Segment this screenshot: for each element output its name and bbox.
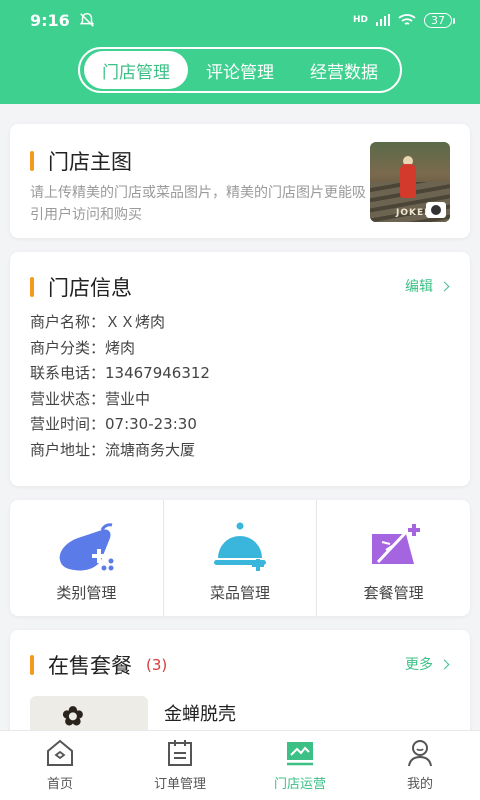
- more-button[interactable]: 更多: [405, 654, 450, 674]
- camera-icon[interactable]: [426, 202, 446, 218]
- store-photo-title: 门店主图: [48, 150, 132, 174]
- home-icon: [47, 739, 73, 766]
- status-bar: 9:16 HD 37: [0, 0, 480, 40]
- dish-cloche-icon: [214, 522, 266, 571]
- combo-management-button[interactable]: 套餐管理: [316, 500, 470, 616]
- tab-home-label: 首页: [46, 777, 73, 792]
- store-info-list: 商户名称：ＸＸ烤肉 商户分类：烤肉 联系电话：13467946312 营业状态：…: [30, 310, 210, 464]
- status-indicators: HD 37: [352, 12, 455, 28]
- network-label: HD: [352, 14, 368, 25]
- store-photo-description: 请上传精美的门店或菜品图片，精美的门店图片更能吸引用户访问和购买: [30, 185, 366, 223]
- wifi-icon: [398, 14, 416, 25]
- combo-package-icon: [371, 524, 420, 564]
- on-sale-count: (3): [146, 656, 168, 674]
- chevron-right-icon: [439, 659, 450, 669]
- chevron-right-icon: [439, 281, 450, 291]
- info-row-status: 营业状态：营业中: [30, 389, 151, 408]
- tab-profile[interactable]: 我的: [360, 731, 480, 800]
- on-sale-heading: 在售套餐 (3): [30, 650, 167, 680]
- more-label: 更多: [405, 657, 433, 673]
- management-menu-card: 类别管理 菜品管理 套餐管理: [10, 500, 470, 616]
- store-info-card: 门店信息 编辑 商户名称：ＸＸ烤肉 商户分类：烤肉 联系电话：134679463…: [10, 252, 470, 486]
- tab-review-management[interactable]: 评论管理: [188, 51, 292, 89]
- tab-orders[interactable]: 订单管理: [120, 731, 240, 800]
- edit-button[interactable]: 编辑: [405, 276, 450, 296]
- tab-store-operation[interactable]: 门店运营: [240, 731, 360, 800]
- dish-management-button[interactable]: 菜品管理: [162, 500, 317, 616]
- on-sale-combos-card: 在售套餐 (3) 更多 ✿ 金蝉脱壳: [10, 630, 470, 740]
- accent-bar: [30, 277, 34, 297]
- on-sale-title: 在售套餐: [48, 654, 132, 678]
- combo-name[interactable]: 金蝉脱壳: [164, 700, 236, 726]
- store-operation-icon: [287, 742, 313, 766]
- edit-label: 编辑: [405, 279, 433, 295]
- info-row-phone: 联系电话：13467946312: [30, 364, 210, 383]
- tab-business-data[interactable]: 经营数据: [292, 51, 396, 89]
- category-management-button[interactable]: 类别管理: [10, 500, 163, 616]
- dish-management-label: 菜品管理: [210, 584, 271, 602]
- top-header: 门店管理 评论管理 经营数据: [0, 40, 480, 104]
- thumbnail-figure: [400, 164, 416, 198]
- accent-bar: [30, 151, 34, 171]
- category-management-label: 类别管理: [56, 584, 117, 602]
- status-time: 9:16: [30, 10, 70, 30]
- combo-management-label: 套餐管理: [363, 584, 424, 602]
- tab-orders-label: 订单管理: [153, 777, 206, 792]
- store-info-title: 门店信息: [48, 276, 132, 300]
- info-row-merchant-name: 商户名称：ＸＸ烤肉: [30, 313, 166, 331]
- section-tabs: 门店管理 评论管理 经营数据: [78, 47, 402, 93]
- tab-home[interactable]: 首页: [0, 731, 120, 800]
- signal-icon: [376, 14, 390, 26]
- info-row-address: 商户地址：流塘商务大厦: [30, 440, 196, 459]
- bottom-tab-bar: 首页 订单管理 门店运营 我的: [0, 730, 480, 800]
- store-photo-thumbnail[interactable]: JOKER: [370, 142, 450, 222]
- accent-bar: [30, 655, 34, 675]
- store-photo-card[interactable]: 门店主图 请上传精美的门店或菜品图片，精美的门店图片更能吸引用户访问和购买 JO…: [10, 124, 470, 238]
- tab-profile-label: 我的: [406, 777, 433, 792]
- category-eggplant-icon: [60, 523, 114, 571]
- tab-store-operation-label: 门店运营: [273, 777, 326, 792]
- store-photo-heading: 门店主图: [30, 146, 132, 176]
- info-row-category: 商户分类：烤肉: [30, 338, 136, 357]
- profile-icon: [408, 740, 432, 767]
- calligraphy-graphic: ✿: [62, 702, 84, 732]
- store-info-heading: 门店信息: [30, 272, 132, 302]
- order-calendar-icon: [168, 740, 192, 766]
- tab-store-management[interactable]: 门店管理: [84, 51, 188, 89]
- notification-muted-icon: [79, 12, 95, 27]
- info-row-hours: 营业时间：07:30-23:30: [30, 415, 197, 434]
- battery-indicator: 37: [424, 12, 455, 28]
